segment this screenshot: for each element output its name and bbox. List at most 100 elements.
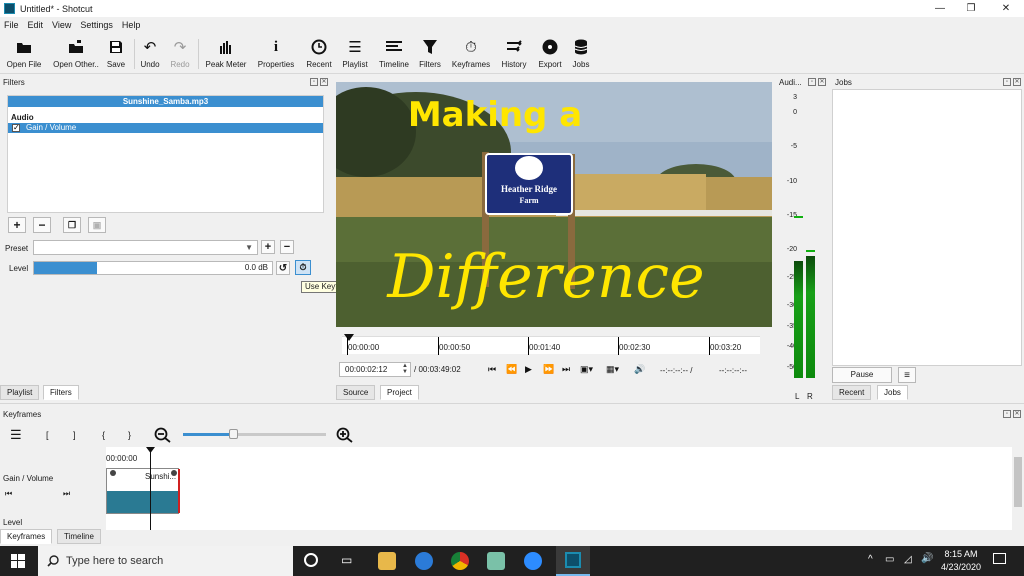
seek-in-icon[interactable]: [ (46, 430, 49, 440)
tab-playlist[interactable]: Playlist (0, 385, 40, 400)
zoom-icon[interactable]: ▣▾ (580, 364, 593, 375)
volume-icon[interactable]: 🔊 (634, 364, 645, 375)
mail-icon[interactable] (415, 552, 433, 570)
menu-edit[interactable]: Edit (28, 20, 44, 30)
properties-button[interactable]: i Properties (255, 36, 297, 70)
open-file-button[interactable]: Open File (6, 36, 42, 69)
channel-left-label: L (795, 392, 800, 401)
undo-icon: ↶ (143, 39, 157, 56)
zoom-out-icon[interactable] (154, 427, 172, 443)
keyframes-toggle-button[interactable]: ⏱ (295, 260, 311, 275)
file-explorer-icon[interactable] (378, 552, 396, 570)
jobs-button[interactable]: Jobs (570, 36, 592, 69)
jobs-menu-button[interactable]: ≡ (898, 367, 916, 383)
tray-chevron-icon[interactable]: ^ (868, 554, 873, 565)
tab-project[interactable]: Project (380, 385, 419, 400)
jobs-dock-buttons[interactable]: ▫ ✕ (1003, 78, 1021, 86)
restore-icon[interactable]: ❐ (954, 0, 988, 17)
keyframes-playhead[interactable] (150, 447, 151, 530)
playlist-button[interactable]: ☰ Playlist (340, 36, 370, 69)
taskbar-search-box[interactable]: Type here to search (38, 546, 293, 576)
fast-forward-icon[interactable]: ⏩ (543, 364, 554, 375)
clock-time[interactable]: 8:15 AM (942, 549, 980, 559)
fade-in-handle[interactable] (110, 470, 116, 476)
shotcut-taskbar-button[interactable] (556, 546, 590, 576)
menu-icon[interactable]: ☰ (10, 427, 22, 443)
peak-meter-button[interactable]: Peak Meter (204, 36, 248, 69)
close-icon[interactable]: ✕ (989, 0, 1023, 17)
redo-button[interactable]: ↷ Redo (168, 36, 192, 69)
keyframes-clip[interactable]: Sunshi... (106, 468, 180, 514)
play-icon[interactable]: ▶ (525, 364, 532, 375)
tab-jobs[interactable]: Jobs (877, 385, 908, 400)
next-keyframe-button[interactable]: ⏭ (63, 489, 70, 499)
previous-keyframe-button[interactable]: ⏮ (5, 489, 12, 499)
skip-previous-icon[interactable]: ⏮ (488, 364, 496, 375)
spinner-icon[interactable]: ▲ ▼ (402, 363, 408, 375)
delete-preset-button[interactable]: − (280, 240, 294, 254)
undo-button[interactable]: ↶ Undo (138, 36, 162, 69)
preset-dropdown[interactable]: ▼ (33, 240, 258, 255)
menu-view[interactable]: View (52, 20, 71, 30)
tab-keyframes[interactable]: Keyframes (0, 529, 53, 544)
seek-out-icon[interactable]: ] (73, 430, 76, 440)
save-preset-button[interactable]: + (261, 240, 275, 254)
video-title-bottom: Difference (386, 242, 704, 312)
windows-start-icon[interactable] (11, 554, 25, 568)
reset-level-button[interactable]: ↺ (276, 261, 290, 275)
main-toolbar: Open File Open Other.. Save ↶ Undo ↷ Red… (0, 33, 1024, 74)
keyframes-scrollbar[interactable] (1012, 447, 1024, 530)
volume-icon[interactable]: 🔊 (921, 553, 933, 564)
position-timecode-input[interactable]: 00:00:02:12 ▲ ▼ (339, 362, 411, 377)
menu-help[interactable]: Help (122, 20, 141, 30)
network-icon[interactable]: ◿ (904, 554, 912, 565)
keyframes-zoom-slider[interactable] (183, 429, 326, 439)
zoom-slider-handle[interactable] (229, 429, 238, 439)
save-button[interactable]: Save (104, 36, 128, 69)
remove-filter-button[interactable]: − (33, 217, 51, 233)
notes-app-icon[interactable] (487, 552, 505, 570)
keyframes-dock-buttons[interactable]: ▫ ✕ (1003, 410, 1021, 418)
filters-button[interactable]: Filters (417, 36, 443, 69)
menu-file[interactable]: File (4, 20, 19, 30)
grid-icon[interactable]: ▦▾ (606, 364, 619, 375)
history-button[interactable]: History (499, 36, 529, 69)
battery-icon[interactable]: ▭ (885, 554, 894, 565)
skip-next-icon[interactable]: ⏭ (562, 364, 570, 375)
paste-filters-button[interactable]: ▣ (88, 217, 106, 233)
keyframes-toolbar: ☰ [ ] { } (0, 423, 1024, 447)
tab-source[interactable]: Source (336, 385, 376, 400)
filter-item-gain-volume[interactable]: ✓ Gain / Volume (8, 123, 323, 133)
clock-date[interactable]: 4/23/2020 (938, 562, 984, 572)
filter-enable-checkbox[interactable]: ✓ (12, 124, 20, 132)
previous-keyframe-icon[interactable]: { (102, 430, 105, 440)
notifications-icon[interactable] (993, 553, 1006, 564)
timeline-button[interactable]: Timeline (377, 36, 411, 69)
audio-dock-buttons[interactable]: ▫ ✕ (808, 78, 826, 86)
next-keyframe-icon[interactable]: } (128, 430, 131, 440)
minimize-icon[interactable]: — (923, 0, 957, 17)
player-ruler[interactable]: 00:00:00 00:00:50 00:01:40 00:02:30 00:0… (342, 334, 760, 355)
recent-button[interactable]: Recent (304, 36, 334, 69)
tab-filters[interactable]: Filters (43, 385, 79, 400)
add-filter-button[interactable]: + (8, 217, 26, 233)
export-button[interactable]: Export (536, 36, 564, 69)
menu-settings[interactable]: Settings (80, 20, 113, 30)
chrome-icon[interactable] (451, 552, 469, 570)
video-preview[interactable]: Heather Ridge Farm Making a Difference (336, 82, 772, 327)
stopwatch-icon: ⏱ (465, 38, 477, 56)
pause-jobs-button[interactable]: Pause (832, 367, 892, 383)
filters-dock-buttons[interactable]: ▫ ✕ (310, 78, 328, 86)
keyframes-button[interactable]: ⏱ Keyframes (451, 36, 491, 70)
open-other-button[interactable]: Open Other.. (50, 36, 102, 69)
tab-timeline[interactable]: Timeline (57, 529, 101, 544)
tab-recent[interactable]: Recent (832, 385, 872, 400)
zoom-app-icon[interactable] (524, 552, 542, 570)
task-view-icon[interactable]: ▭ (341, 553, 352, 567)
rewind-icon[interactable]: ⏪ (506, 364, 517, 375)
cortana-icon[interactable] (304, 553, 318, 567)
playhead-icon[interactable] (146, 447, 156, 454)
copy-filters-button[interactable]: ❐ (63, 217, 81, 233)
level-slider[interactable]: 0.0 dB (33, 261, 273, 275)
zoom-in-icon[interactable] (336, 427, 354, 443)
